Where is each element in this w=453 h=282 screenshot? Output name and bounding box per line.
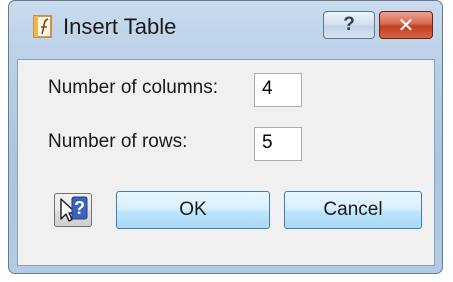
context-help-button[interactable]: ? (54, 193, 92, 227)
title-help-button[interactable]: ? (323, 11, 375, 39)
cancel-button[interactable]: Cancel (284, 191, 422, 229)
ok-button[interactable]: OK (116, 191, 270, 229)
rows-field[interactable]: 5 (254, 127, 302, 161)
columns-label: Number of columns: (48, 77, 219, 98)
formula-doc-icon (33, 15, 52, 38)
dialog-body: Number of columns: 4 Number of rows: 5 ?… (17, 59, 435, 266)
svg-text:?: ? (74, 198, 85, 218)
dialog-title: Insert Table (63, 14, 177, 39)
close-button[interactable]: ✕ (379, 11, 433, 39)
rows-label: Number of rows: (48, 131, 188, 152)
title-bar[interactable]: Insert Table ? ✕ (9, 1, 442, 51)
question-mark-icon: ? (343, 14, 355, 35)
close-icon: ✕ (397, 14, 415, 37)
pointer-question-icon: ? (60, 196, 88, 222)
columns-field[interactable]: 4 (254, 73, 302, 107)
insert-table-dialog: Insert Table ? ✕ Number of columns: 4 Nu… (8, 0, 443, 274)
